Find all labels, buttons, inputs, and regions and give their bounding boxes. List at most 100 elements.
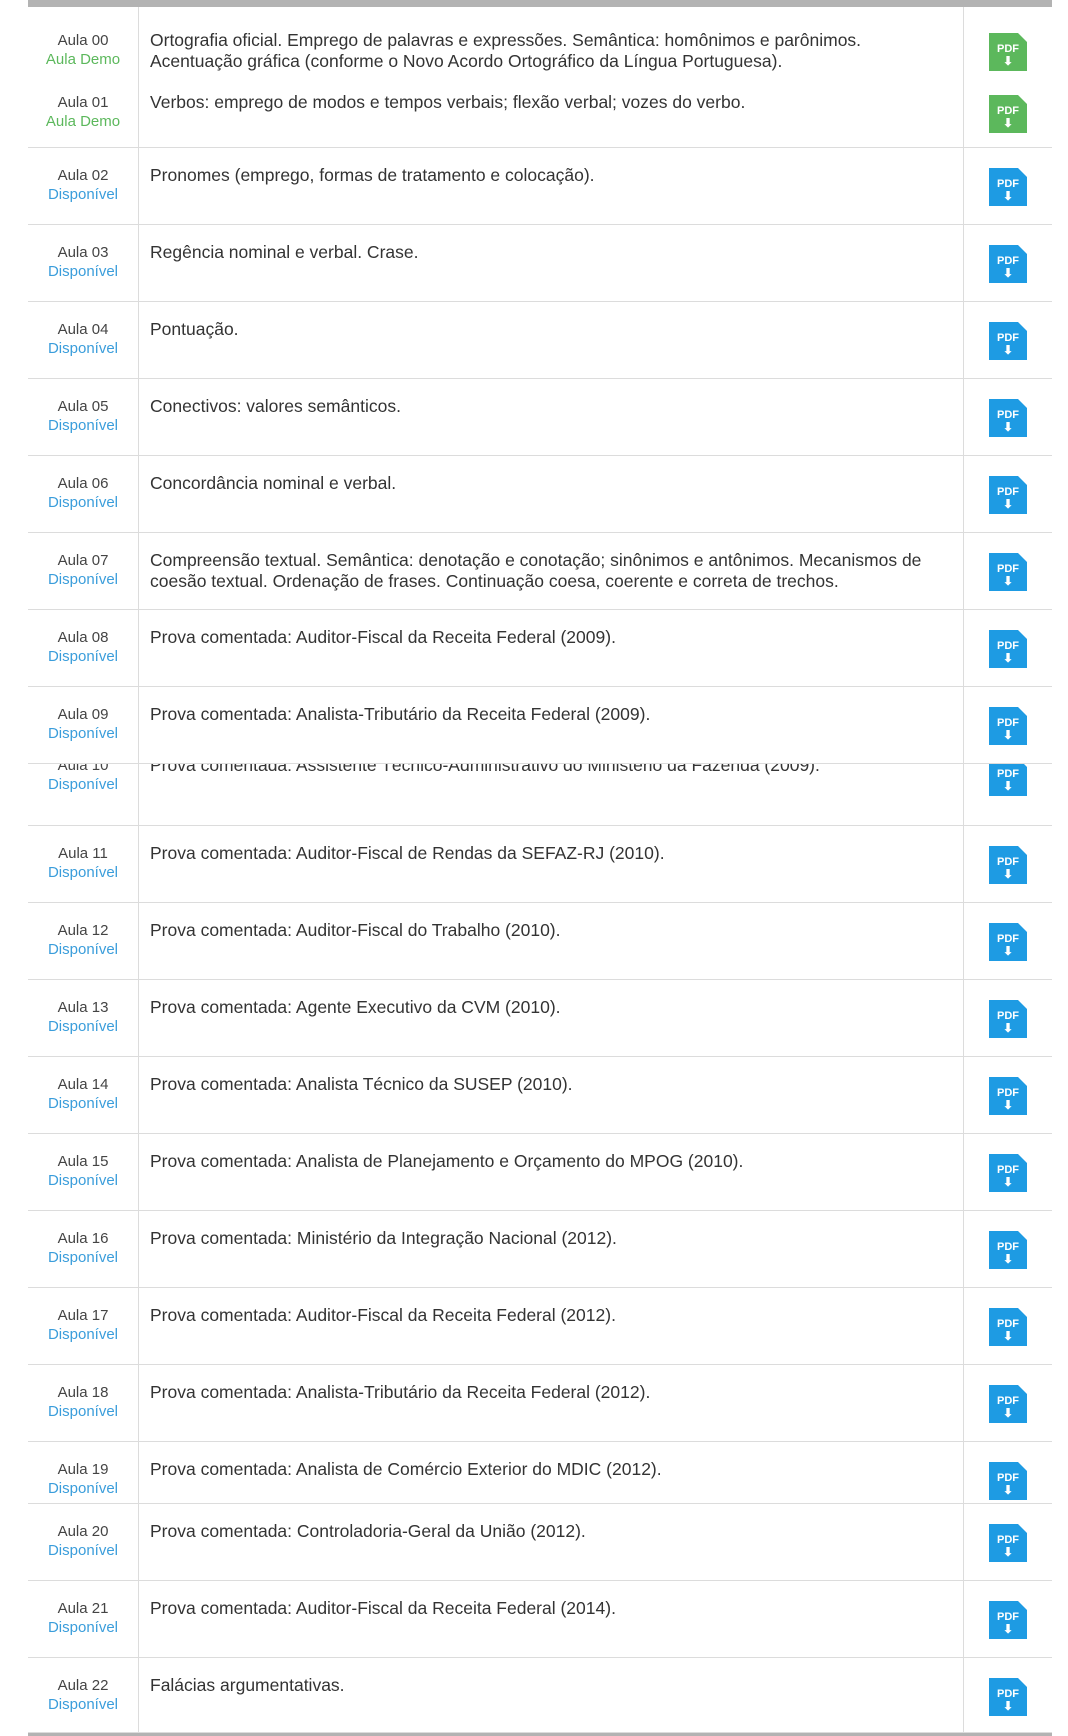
- lesson-status[interactable]: Disponível: [28, 1325, 138, 1344]
- table-row: Aula 19 Disponível Prova comentada: Analis…: [28, 1442, 1052, 1504]
- lesson-title: Conectivos: valores semânticos.: [150, 396, 401, 416]
- download-arrow-icon: ⬇: [1002, 1483, 1014, 1497]
- lesson-status[interactable]: Disponível: [28, 1479, 138, 1498]
- row-lessons: Aula 12 Disponível Prova comentada: Audito…: [28, 903, 1052, 979]
- row-lessons: Aula 04 Disponível Pontuação. PDF ⬇: [28, 302, 1052, 378]
- pdf-download-icon[interactable]: PDF ⬇: [989, 1601, 1027, 1639]
- lesson-status[interactable]: Disponível: [28, 185, 138, 204]
- lesson-status[interactable]: Disponível: [28, 724, 138, 743]
- row-lessons: Aula 15 Disponível Prova comentada: Analis…: [28, 1134, 1052, 1210]
- pdf-download-icon[interactable]: PDF ⬇: [989, 846, 1027, 884]
- table-row: Aula 08 Disponível Prova comentada: Audito…: [28, 610, 1052, 687]
- pdf-download-icon[interactable]: PDF ⬇: [989, 1000, 1027, 1038]
- lesson-status[interactable]: Disponível: [28, 570, 138, 589]
- lesson-title: Prova comentada: Analista de Comércio Ex…: [150, 1459, 662, 1479]
- pdf-download-icon[interactable]: PDF ⬇: [989, 1077, 1027, 1115]
- download-arrow-icon: ⬇: [1002, 497, 1014, 511]
- pdf-download-icon[interactable]: PDF ⬇: [989, 399, 1027, 437]
- lesson-status[interactable]: Disponível: [28, 1094, 138, 1113]
- pdf-download-icon[interactable]: PDF ⬇: [989, 1154, 1027, 1192]
- lesson-number: Aula 20: [57, 1523, 109, 1540]
- lesson-status[interactable]: Aula Demo: [28, 50, 138, 69]
- lesson-status[interactable]: Aula Demo: [28, 112, 138, 131]
- lesson-status[interactable]: Disponível: [28, 775, 138, 794]
- lesson-status[interactable]: Disponível: [28, 1017, 138, 1036]
- pdf-download-icon[interactable]: PDF ⬇: [989, 553, 1027, 591]
- lesson-number: Aula 13: [57, 999, 109, 1016]
- row-lessons: Aula 02 Disponível Pronomes (emprego, form…: [28, 148, 1052, 224]
- lesson-status[interactable]: Disponível: [28, 1248, 138, 1267]
- download-arrow-icon: ⬇: [1002, 1098, 1014, 1112]
- table-row: Aula 15 Disponível Prova comentada: Analis…: [28, 1134, 1052, 1211]
- pdf-download-icon[interactable]: PDF ⬇: [989, 245, 1027, 283]
- lesson-status[interactable]: Disponível: [28, 1171, 138, 1190]
- table-row: Aula 04 Disponível Pontuação. PDF ⬇: [28, 302, 1052, 379]
- lesson-number: Aula 22: [57, 1677, 109, 1694]
- lesson-number: Aula 09: [57, 706, 109, 723]
- lesson-title: Regência nominal e verbal. Crase.: [150, 242, 419, 262]
- lesson-status[interactable]: Disponível: [28, 262, 138, 281]
- row-lessons: Aula 14 Disponível Prova comentada: Analis…: [28, 1057, 1052, 1133]
- download-arrow-icon: ⬇: [1002, 1545, 1014, 1559]
- lesson-title: Verbos: emprego de modos e tempos verbai…: [150, 92, 746, 112]
- lesson-title: Prova comentada: Analista-Tributário da …: [150, 1382, 651, 1402]
- download-arrow-icon: ⬇: [1002, 944, 1014, 958]
- lesson-status[interactable]: Disponível: [28, 647, 138, 666]
- download-arrow-icon: ⬇: [1002, 116, 1014, 130]
- lesson-title: Pronomes (emprego, formas de tratamento …: [150, 165, 595, 185]
- lesson-status[interactable]: Disponível: [28, 416, 138, 435]
- lesson-status[interactable]: Disponível: [28, 339, 138, 358]
- download-arrow-icon: ⬇: [1002, 867, 1014, 881]
- pdf-download-icon[interactable]: PDF ⬇: [989, 923, 1027, 961]
- table-row: Aula 16 Disponível Prova comentada: Minist…: [28, 1211, 1052, 1288]
- lesson-number: Aula 01: [57, 94, 109, 111]
- pdf-download-icon[interactable]: PDF ⬇: [989, 1385, 1027, 1423]
- lesson-title: Falácias argumentativas.: [150, 1675, 345, 1695]
- table-row: Aula 17 Disponível Prova comentada: Audito…: [28, 1288, 1052, 1365]
- row-lessons: Aula 08 Disponível Prova comentada: Audito…: [28, 610, 1052, 686]
- download-arrow-icon: ⬇: [1002, 1329, 1014, 1343]
- table-row: Aula 06 Disponível Concordância nominal e …: [28, 456, 1052, 533]
- lesson-status[interactable]: Disponível: [28, 940, 138, 959]
- row-lessons: Aula 11 Disponível Prova comentada: Audito…: [28, 826, 1052, 902]
- pdf-download-icon[interactable]: PDF ⬇: [989, 95, 1027, 133]
- pdf-download-icon[interactable]: PDF ⬇: [989, 1462, 1027, 1500]
- lesson-status[interactable]: Disponível: [28, 493, 138, 512]
- pdf-download-icon[interactable]: PDF ⬇: [989, 476, 1027, 514]
- pdf-download-icon[interactable]: PDF ⬇: [989, 707, 1027, 745]
- download-arrow-icon: ⬇: [1002, 574, 1014, 588]
- pdf-download-icon[interactable]: PDF ⬇: [989, 168, 1027, 206]
- row-lessons: Aula 19 Disponível Prova comentada: Analis…: [28, 1442, 1052, 1503]
- lesson-title: Concordância nominal e verbal.: [150, 473, 397, 493]
- pdf-download-icon[interactable]: PDF ⬇: [989, 322, 1027, 360]
- pdf-download-icon[interactable]: PDF ⬇: [989, 1231, 1027, 1269]
- lesson-status[interactable]: Disponível: [28, 863, 138, 882]
- row-lessons: Aula 10 Disponível Prova comentada: Assist…: [28, 764, 1052, 799]
- lesson-number: Aula 00: [57, 32, 109, 49]
- lesson-number: Aula 15: [57, 1153, 109, 1170]
- download-arrow-icon: ⬇: [1002, 728, 1014, 742]
- lesson-number: Aula 17: [57, 1307, 109, 1324]
- lesson-number: Aula 14: [57, 1076, 109, 1093]
- lesson-title: Prova comentada: Ministério da Integraçã…: [150, 1228, 617, 1248]
- lesson-status[interactable]: Disponível: [28, 1541, 138, 1560]
- table-row: Aula 13 Disponível Prova comentada: Agente…: [28, 980, 1052, 1057]
- lesson-number: Aula 18: [57, 1384, 109, 1401]
- row-lessons: Aula 20 Disponível Prova comentada: Contro…: [28, 1504, 1052, 1580]
- lesson-title: Prova comentada: Auditor-Fiscal do Traba…: [150, 920, 561, 940]
- lesson-title: Pontuação.: [150, 319, 239, 339]
- pdf-download-icon[interactable]: PDF ⬇: [989, 1308, 1027, 1346]
- lesson-status[interactable]: Disponível: [28, 1695, 138, 1714]
- pdf-download-icon[interactable]: PDF ⬇: [989, 764, 1027, 796]
- lesson-title: Compreensão textual. Semântica: denotaçã…: [150, 550, 922, 591]
- lesson-status[interactable]: Disponível: [28, 1402, 138, 1421]
- row-lessons: Aula 18 Disponível Prova comentada: Analis…: [28, 1365, 1052, 1441]
- lesson-status[interactable]: Disponível: [28, 1618, 138, 1637]
- pdf-download-icon[interactable]: PDF ⬇: [989, 33, 1027, 71]
- pdf-download-icon[interactable]: PDF ⬇: [989, 630, 1027, 668]
- row-lessons: Aula 06 Disponível Concordância nominal e …: [28, 456, 1052, 532]
- pdf-download-icon[interactable]: PDF ⬇: [989, 1678, 1027, 1716]
- lesson-number: Aula 12: [57, 922, 109, 939]
- pdf-download-icon[interactable]: PDF ⬇: [989, 1524, 1027, 1562]
- lesson-title: Prova comentada: Auditor-Fiscal da Recei…: [150, 1598, 616, 1618]
